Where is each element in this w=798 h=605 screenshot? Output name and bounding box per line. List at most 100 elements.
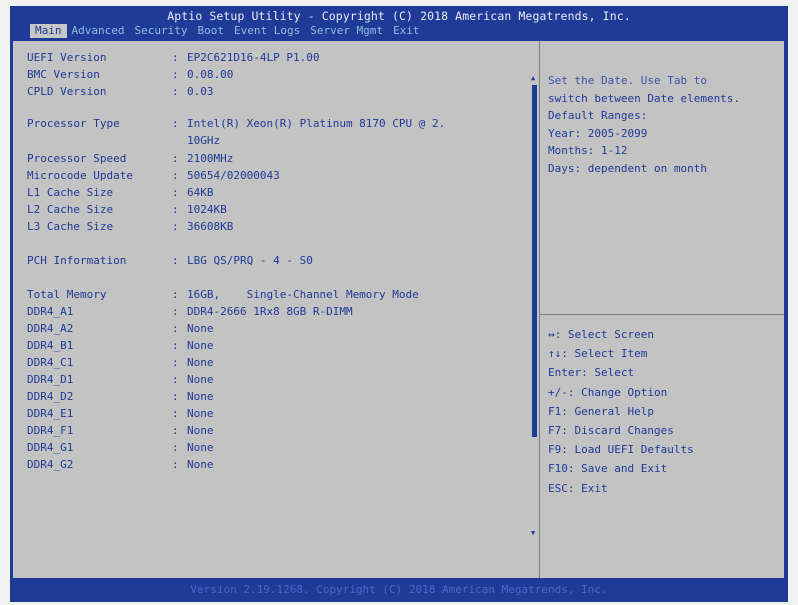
info-value: None	[187, 390, 214, 403]
menu-tab-server-mgmt[interactable]: Server Mgmt	[305, 24, 388, 38]
scrollbar-thumb[interactable]	[532, 85, 537, 437]
pane-divider	[539, 41, 540, 578]
info-value: 1024KB	[187, 203, 227, 216]
info-label: DDR4_C1	[27, 356, 74, 369]
info-value: Intel(R) Xeon(R) Platinum 8170 CPU @ 2.	[187, 117, 446, 130]
info-value: 50654/02000043	[187, 169, 280, 182]
info-value: 0.03	[187, 85, 214, 98]
bios-screen: Aptio Setup Utility - Copyright (C) 2018…	[10, 6, 788, 602]
menu-tab-boot[interactable]: Boot	[192, 24, 229, 38]
info-row: DDR4_G2: None	[13, 458, 528, 474]
info-separator: :	[172, 220, 179, 233]
key-legend-item: ESC: Exit	[548, 481, 608, 495]
key-legend-item: F7: Discard Changes	[548, 423, 674, 437]
info-label: DDR4_F1	[27, 424, 74, 437]
info-row: DDR4_G1: None	[13, 441, 528, 457]
info-row: UEFI Version: EP2C621D16-4LP P1.00	[13, 51, 528, 67]
info-row: DDR4_C1: None	[13, 356, 528, 372]
info-row: L3 Cache Size:36608KB	[13, 220, 528, 236]
info-value: 2100MHz	[187, 152, 234, 165]
info-separator: :	[172, 254, 179, 267]
info-label: Processor Speed	[27, 152, 127, 165]
info-label: Total Memory	[27, 288, 107, 301]
info-row-continuation: 10GHz	[13, 134, 528, 150]
item-help-pane: Set the Date. Use Tab to switch between D…	[548, 74, 782, 179]
info-row: DDR4_A1: DDR4-2666 1Rx8 8GB R-DIMM	[13, 305, 528, 321]
info-row: Microcode Update:50654/02000043	[13, 169, 528, 185]
info-separator: :	[172, 169, 179, 182]
info-separator: :	[172, 186, 179, 199]
menu-tab-security[interactable]: Security	[129, 24, 192, 38]
info-value: LBG QS/PRQ - 4 - S0	[187, 254, 313, 267]
info-separator: :	[172, 356, 179, 369]
info-separator: :	[172, 85, 179, 98]
info-label: DDR4_E1	[27, 407, 74, 420]
key-legend-pane: ↔: Select Screen ↑↓: Select Item Enter: Se…	[548, 328, 782, 501]
info-separator: :	[172, 339, 179, 352]
info-value: None	[187, 356, 214, 369]
info-value: 0.08.00	[187, 68, 234, 81]
menu-tab-main[interactable]: Main	[30, 24, 67, 38]
info-separator: :	[172, 390, 179, 403]
scroll-up-arrow-icon[interactable]: ▲	[531, 74, 535, 82]
info-row: PCH Information: LBG QS/PRQ - 4 - S0	[13, 254, 528, 270]
info-row: DDR4_E1: None	[13, 407, 528, 423]
menu-tab-event-logs[interactable]: Event Logs	[229, 24, 305, 38]
menu-tab-advanced[interactable]: Advanced	[67, 24, 130, 38]
info-separator: :	[172, 51, 179, 64]
info-separator: :	[172, 152, 179, 165]
help-divider	[540, 314, 784, 315]
info-label: DDR4_B1	[27, 339, 74, 352]
info-label: DDR4_G2	[27, 458, 74, 471]
help-text-line: switch between Date elements.	[548, 91, 741, 105]
info-separator: :	[172, 117, 179, 130]
info-label: L1 Cache Size	[27, 186, 114, 199]
info-label: Processor Type	[27, 117, 120, 130]
help-text-line: Months: 1-12	[548, 144, 628, 157]
version-footer: Version 2.19.1268. Copyright (C) 2018 Am…	[190, 583, 608, 596]
menu-tab-exit[interactable]: Exit	[388, 24, 425, 38]
scroll-down-arrow-icon[interactable]: ▼	[531, 529, 535, 537]
utility-title: Aptio Setup Utility - Copyright (C) 2018…	[167, 9, 631, 23]
info-separator: :	[172, 203, 179, 216]
info-row: Processor Type: Intel(R) Xeon(R) Platinum…	[13, 117, 528, 133]
key-legend-item: Enter: Select	[548, 366, 635, 380]
help-text-line: Set the Date. Use Tab to	[548, 74, 707, 87]
info-value: 36608KB	[187, 220, 234, 233]
info-value: None	[187, 339, 214, 352]
key-legend-item: ↔: Select Screen	[548, 328, 654, 341]
info-separator: :	[172, 407, 179, 420]
info-row: L1 Cache Size:64KB	[13, 186, 528, 202]
info-value: None	[187, 407, 214, 420]
help-text-line: Year: 2005-2099	[548, 126, 648, 140]
info-value: None	[187, 441, 214, 454]
info-row: DDR4_F1: None	[13, 424, 528, 440]
info-value: 16GB, Single-Channel Memory Mode	[187, 288, 419, 301]
info-separator: :	[172, 68, 179, 81]
info-value-continuation: 10GHz	[187, 134, 221, 147]
help-text-line: Days: dependent on month	[548, 161, 707, 175]
info-label: PCH Information	[27, 254, 127, 267]
info-row: Processor Speed:2100MHz	[13, 152, 528, 168]
info-value: DDR4-2666 1Rx8 8GB R-DIMM	[187, 305, 353, 318]
title-bar: Aptio Setup Utility - Copyright (C) 2018…	[10, 6, 788, 38]
key-legend-item: ↑↓: Select Item	[548, 347, 648, 361]
info-label: L3 Cache Size	[27, 220, 114, 233]
menu-bar: Main Advanced Security Boot Event Logs Server…	[30, 24, 425, 38]
info-label: BMC Version	[27, 68, 100, 81]
key-legend-item: F9: Load UEFI Defaults	[548, 443, 694, 457]
info-row: DDR4_D1: None	[13, 373, 528, 389]
info-label: Microcode Update	[27, 169, 133, 182]
key-legend-item: +/-: Change Option	[548, 385, 668, 399]
info-value: None	[187, 322, 214, 335]
info-label: DDR4_G1	[27, 441, 74, 454]
info-row: DDR4_D2: None	[13, 390, 528, 406]
info-label: DDR4_D2	[27, 390, 74, 403]
info-value: None	[187, 458, 214, 471]
info-row: DDR4_B1: None	[13, 339, 528, 355]
main-panel: UEFI Version: EP2C621D16-4LP P1.00 BMC Ver…	[13, 41, 784, 578]
key-legend-item: F1: General Help	[548, 404, 654, 418]
info-row: L2 Cache Size:1024KB	[13, 203, 528, 219]
info-row: BMC Version:0.08.00	[13, 68, 528, 84]
info-label: CPLD Version	[27, 85, 107, 98]
